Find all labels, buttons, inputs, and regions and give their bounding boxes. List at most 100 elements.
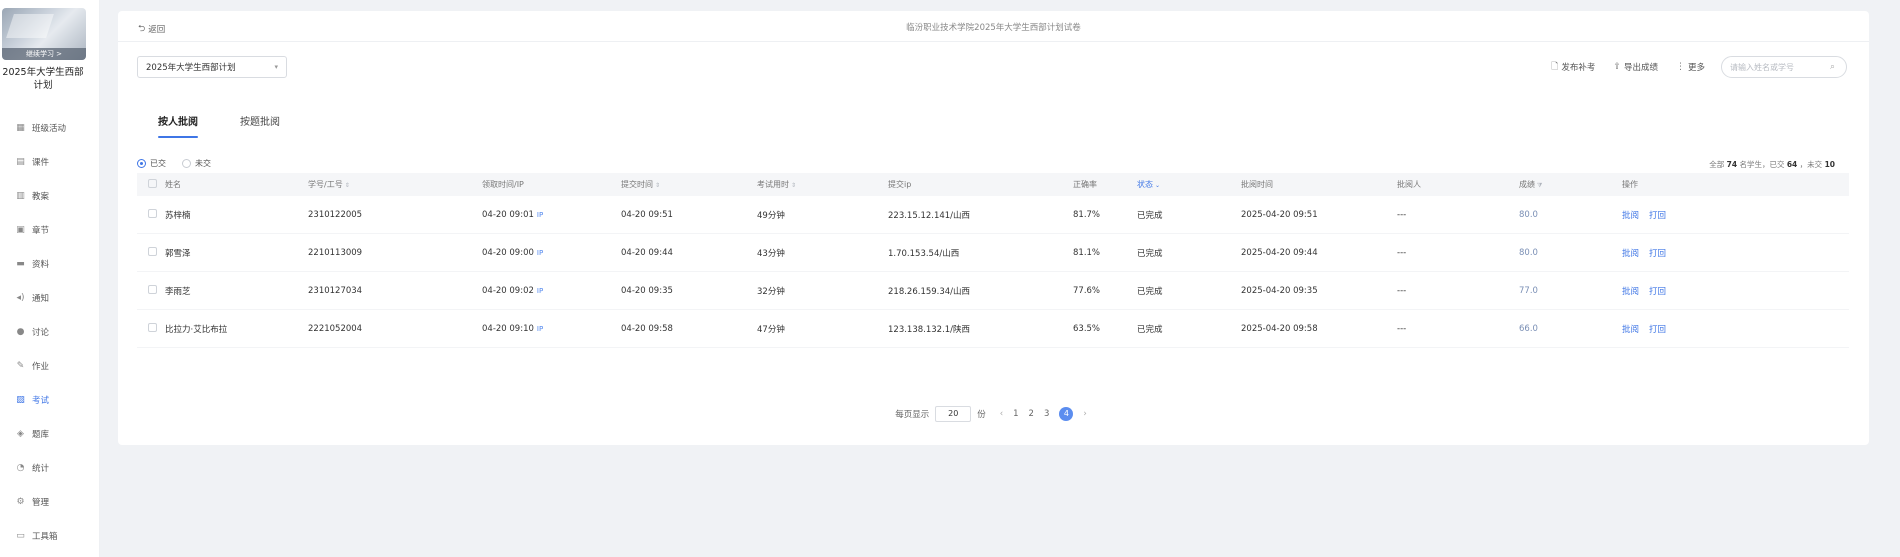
prev-page-icon[interactable]: ‹ bbox=[1000, 409, 1003, 419]
main-panel: ⮌ 返回 临汾职业技术学院2025年大学生西部计划试卷 2025年大学生西部计划… bbox=[118, 11, 1869, 445]
ip-badge[interactable]: IP bbox=[537, 287, 543, 295]
select-all-cell bbox=[137, 179, 165, 190]
cell-status-text: 已完成 bbox=[1137, 210, 1163, 221]
cell-take-time: 04-20 09:00 IP bbox=[482, 248, 621, 258]
sidebar-item-7[interactable]: ✎ 作业 bbox=[0, 349, 100, 383]
sidebar-item-8[interactable]: ▨ 考试 bbox=[0, 383, 100, 417]
th-score[interactable]: 成绩 ⧩ bbox=[1519, 179, 1622, 190]
row-checkbox[interactable] bbox=[148, 284, 157, 294]
continue-learning-label[interactable]: 继续学习 > bbox=[2, 48, 86, 60]
cell-duration: 47分钟 bbox=[757, 323, 888, 335]
publish-makeup-button[interactable]: 🗋 发布补考 bbox=[1551, 59, 1595, 75]
publish-makeup-label: 发布补考 bbox=[1561, 63, 1596, 73]
cell-take-time-text: 04-20 09:00 bbox=[482, 247, 534, 258]
ip-badge[interactable]: IP bbox=[537, 211, 543, 219]
sidebar-item-3[interactable]: ▣ 章节 bbox=[0, 213, 100, 247]
more-button[interactable]: ⋮ 更多 bbox=[1676, 61, 1705, 73]
return-link[interactable]: 打回 bbox=[1649, 325, 1666, 335]
cell-status-text: 已完成 bbox=[1137, 248, 1163, 259]
cell-id: 2210113009 bbox=[308, 248, 482, 258]
cell-ip-text: 218.26.159.34/山西 bbox=[888, 286, 971, 297]
row-checkbox[interactable] bbox=[148, 322, 157, 332]
cell-name-text: 比拉力·艾比布拉 bbox=[165, 324, 228, 335]
sidebar-nav: ▦ 班级活动 ▤ 课件 ▥ 教案 ▣ 章节 ▬ 资料 ◂) 通知 ● 讨论 ✎ 作业 ▨ 考试 ◈ 题库 ◔ 统计 ⚙ 管理 ▭… bbox=[0, 111, 100, 553]
sidebar-item-10[interactable]: ◔ 统计 bbox=[0, 451, 100, 485]
cell-ip: 218.26.159.34/山西 bbox=[888, 285, 1073, 297]
next-page-icon[interactable]: › bbox=[1083, 409, 1086, 419]
cell-submit-time-text: 04-20 09:44 bbox=[621, 247, 673, 258]
th-id[interactable]: 学号/工号 ⇕ bbox=[308, 179, 482, 190]
cell-name: 李雨芝 bbox=[165, 285, 308, 297]
cell-ops: 批阅 打回 bbox=[1622, 247, 1742, 259]
th-reviewer: 批阅人 bbox=[1397, 180, 1421, 189]
sidebar-item-1[interactable]: ▤ 课件 bbox=[0, 145, 100, 179]
cell-duration: 49分钟 bbox=[757, 209, 888, 221]
search-icon[interactable]: ⌕ bbox=[1830, 62, 1835, 72]
review-link[interactable]: 批阅 bbox=[1622, 287, 1639, 297]
row-checkbox[interactable] bbox=[148, 246, 157, 256]
chevron-down-icon: ⌄ bbox=[1155, 182, 1161, 189]
course-cover-image[interactable]: 继续学习 > bbox=[2, 8, 86, 60]
cell-score-text: 66.0 bbox=[1519, 323, 1538, 334]
cell-submit-time: 04-20 09:58 bbox=[621, 324, 757, 334]
sort-icon: ⇕ bbox=[344, 182, 350, 189]
page-4[interactable]: 4 bbox=[1059, 407, 1074, 421]
plan-select[interactable]: 2025年大学生西部计划 ▾ bbox=[137, 56, 287, 78]
sidebar-item-0[interactable]: ▦ 班级活动 bbox=[0, 111, 100, 145]
sidebar-item-11[interactable]: ⚙ 管理 bbox=[0, 485, 100, 519]
review-link[interactable]: 批阅 bbox=[1622, 211, 1639, 221]
cell-submit-time: 04-20 09:35 bbox=[621, 286, 757, 296]
return-link[interactable]: 打回 bbox=[1649, 249, 1666, 259]
cell-status: 已完成 bbox=[1137, 285, 1241, 297]
sidebar-item-label: 管理 bbox=[32, 498, 50, 508]
sidebar-item-9[interactable]: ◈ 题库 bbox=[0, 417, 100, 451]
document-icon: ▥ bbox=[16, 191, 25, 201]
edit-icon: ✎ bbox=[16, 361, 25, 371]
ip-badge[interactable]: IP bbox=[537, 325, 543, 333]
ip-badge[interactable]: IP bbox=[537, 249, 543, 257]
cell-review-time: 2025-04-20 09:51 bbox=[1241, 210, 1397, 220]
sidebar-item-2[interactable]: ▥ 教案 bbox=[0, 179, 100, 213]
radio-unsubmitted[interactable]: 未交 bbox=[182, 158, 211, 169]
return-link[interactable]: 打回 bbox=[1649, 287, 1666, 297]
cell-reviewer: --- bbox=[1397, 324, 1519, 334]
cell-reviewer: --- bbox=[1397, 248, 1519, 258]
page-2[interactable]: 2 bbox=[1029, 409, 1034, 419]
cell-reviewer: --- bbox=[1397, 286, 1519, 296]
th-submit-time[interactable]: 提交时间 ⇕ bbox=[621, 179, 757, 190]
return-link[interactable]: 打回 bbox=[1649, 211, 1666, 221]
review-link[interactable]: 批阅 bbox=[1622, 325, 1639, 335]
table-body: 苏梓楠 2310122005 04-20 09:01 IP 04-20 09:51 49分… bbox=[137, 196, 1849, 348]
radio-submitted[interactable]: 已交 bbox=[137, 158, 166, 169]
search-input[interactable] bbox=[1730, 62, 1830, 72]
page-3[interactable]: 3 bbox=[1044, 409, 1049, 419]
sidebar-item-label: 章节 bbox=[32, 226, 50, 236]
sidebar-item-4[interactable]: ▬ 资料 bbox=[0, 247, 100, 281]
th-status[interactable]: 状态 ⌄ bbox=[1137, 179, 1241, 190]
th-duration[interactable]: 考试用时 ⇕ bbox=[757, 179, 888, 190]
row-checkbox[interactable] bbox=[148, 208, 157, 218]
per-page-input[interactable]: 20 bbox=[935, 406, 972, 422]
table-row: 苏梓楠 2310122005 04-20 09:01 IP 04-20 09:51 49分… bbox=[137, 196, 1849, 234]
cell-reviewer-text: --- bbox=[1397, 323, 1407, 334]
chat-icon: ● bbox=[16, 327, 25, 337]
cell-status: 已完成 bbox=[1137, 209, 1241, 221]
summary-text-1: 名学生，已交 bbox=[1739, 160, 1785, 169]
tab-review-by-person[interactable]: 按人批阅 bbox=[158, 113, 198, 138]
cell-duration: 32分钟 bbox=[757, 285, 888, 297]
sidebar-item-5[interactable]: ◂) 通知 bbox=[0, 281, 100, 315]
sidebar-item-label: 题库 bbox=[32, 430, 50, 440]
sidebar-item-6[interactable]: ● 讨论 bbox=[0, 315, 100, 349]
cell-ops: 批阅 打回 bbox=[1622, 285, 1742, 297]
cell-status-text: 已完成 bbox=[1137, 324, 1163, 335]
tab-review-by-question[interactable]: 按题批阅 bbox=[240, 113, 280, 138]
sidebar-item-12[interactable]: ▭ 工具箱 bbox=[0, 519, 100, 553]
th-accuracy: 正确率 bbox=[1073, 180, 1097, 189]
review-link[interactable]: 批阅 bbox=[1622, 249, 1639, 259]
student-table: 姓名 学号/工号 ⇕ 领取时间/IP 提交时间 ⇕ 考试用时 ⇕ 提交ip 正确率 状… bbox=[137, 173, 1849, 348]
select-all-checkbox[interactable] bbox=[148, 179, 157, 188]
page-1[interactable]: 1 bbox=[1013, 409, 1018, 419]
sidebar-item-label: 通知 bbox=[32, 294, 50, 304]
cell-submit-time-text: 04-20 09:58 bbox=[621, 323, 673, 334]
export-scores-button[interactable]: ⇪ 导出成绩 bbox=[1613, 61, 1658, 73]
